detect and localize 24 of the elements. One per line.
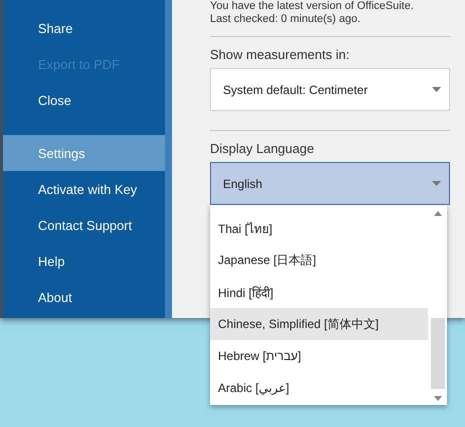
language-option[interactable]: Hebrew [עברית] bbox=[210, 340, 428, 372]
field-label: Show measurements in: bbox=[210, 47, 350, 62]
status-text: You have the latest version of OfficeSuite. bbox=[210, 0, 415, 13]
caret-icon bbox=[432, 87, 441, 92]
sidebar-item[interactable]: Help bbox=[3, 243, 165, 279]
status-text: Last checked: 0 minute(s) ago. bbox=[210, 13, 362, 26]
measurements-dropdown[interactable]: System default: Centimeter bbox=[210, 68, 450, 111]
scroll-down-icon[interactable] bbox=[434, 396, 442, 401]
language-option[interactable]: Chinese, Simplified [简体中文] bbox=[210, 308, 428, 340]
scrollbar[interactable] bbox=[428, 205, 447, 405]
language-option[interactable]: Hindi [हिंदी] bbox=[210, 276, 428, 308]
scroll-up-icon[interactable] bbox=[434, 211, 442, 216]
sidebar-item[interactable]: Contact Support bbox=[3, 207, 165, 243]
sidebar-item[interactable]: Activate with Key bbox=[3, 171, 165, 207]
field-label: Display Language bbox=[210, 141, 316, 156]
language-dropdown[interactable]: English bbox=[210, 162, 450, 205]
scrollbar-thumb[interactable] bbox=[430, 318, 444, 389]
language-option[interactable]: Thai [ไทย] bbox=[210, 212, 428, 244]
language-option[interactable]: Japanese [日本語] bbox=[210, 244, 428, 276]
sidebar-item[interactable]: Share bbox=[3, 10, 165, 46]
sidebar-item[interactable]: Close bbox=[3, 82, 165, 118]
sidebar-item[interactable]: About bbox=[3, 279, 165, 315]
caret-icon bbox=[432, 181, 441, 186]
language-option[interactable]: Arabic [عربي] bbox=[210, 372, 428, 404]
